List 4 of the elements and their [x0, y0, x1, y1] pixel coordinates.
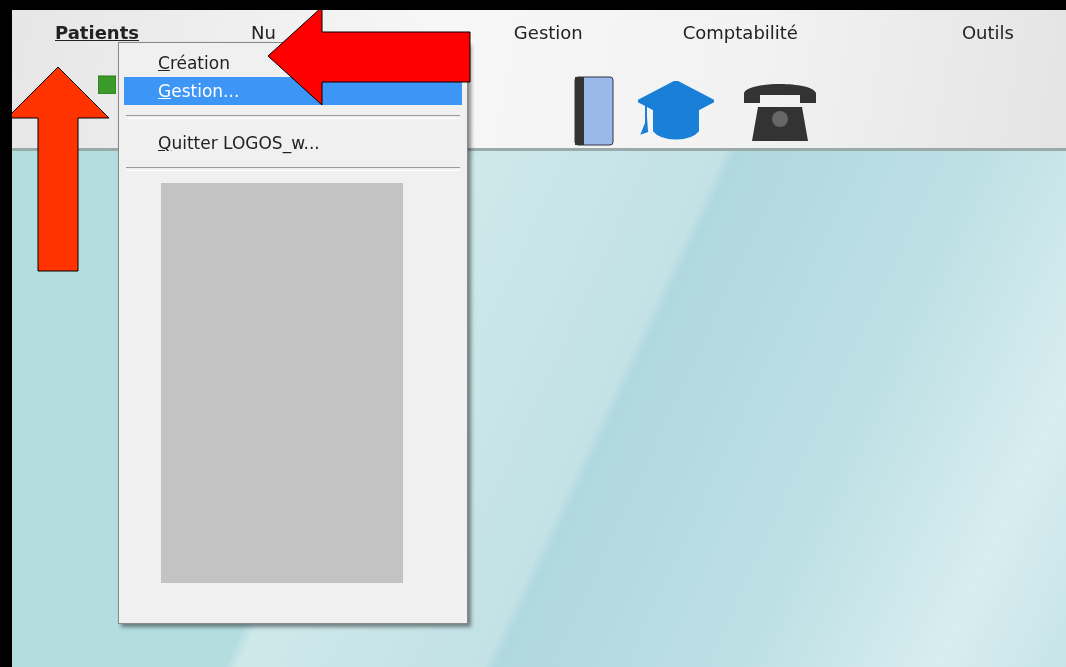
menu-title[interactable]: Comptabilité: [682, 22, 798, 58]
menu-title[interactable]: Gestion: [513, 22, 583, 58]
menu-item[interactable]: Quitter LOGOS_w...: [124, 129, 324, 157]
menu-title[interactable]: Outils: [961, 22, 1014, 58]
